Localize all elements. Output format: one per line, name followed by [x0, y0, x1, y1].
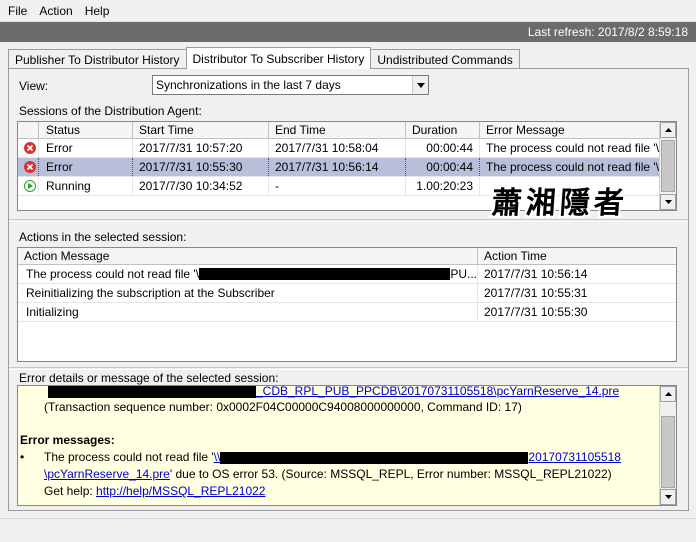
- error-path-file-link[interactable]: \pcYarnReserve_14.pre: [44, 467, 170, 481]
- last-refresh-text: Last refresh: 2017/8/2 8:59:18: [527, 25, 688, 39]
- help-label: Get help:: [44, 484, 97, 498]
- error-icon: [24, 161, 36, 173]
- session-start-time: 2017/7/31 10:55:30: [133, 158, 269, 176]
- status-bar: [0, 518, 696, 542]
- column-header-start-time[interactable]: Start Time: [133, 122, 269, 138]
- menu-help[interactable]: Help: [79, 4, 116, 18]
- pane-splitter[interactable]: [9, 367, 688, 370]
- column-header-end-time[interactable]: End Time: [269, 122, 406, 138]
- menu-bar: File Action Help: [0, 0, 696, 22]
- session-start-time: 2017/7/31 10:57:20: [133, 139, 269, 157]
- action-row[interactable]: The process could not read file '\ PU...…: [18, 265, 676, 284]
- session-start-time: 2017/7/30 10:34:52: [133, 177, 269, 195]
- session-error-message: The process could not read file '\...: [486, 160, 661, 174]
- chevron-down-icon[interactable]: [412, 76, 428, 94]
- refresh-bar: Last refresh: 2017/8/2 8:59:18: [0, 22, 696, 42]
- error-messages-heading: Error messages:: [20, 433, 115, 447]
- tab-panel: View: Synchronizations in the last 7 day…: [8, 68, 689, 511]
- view-dropdown-value: Synchronizations in the last 7 days: [156, 78, 341, 92]
- action-row[interactable]: Initializing 2017/7/31 10:55:30: [18, 303, 676, 322]
- action-row[interactable]: Reinitializing the subscription at the S…: [18, 284, 676, 303]
- error-message-rest: ' due to OS error 53. (Source: MSSQL_REP…: [169, 467, 612, 481]
- error-message-start: The process could not read file ': [44, 450, 214, 464]
- tab-distributor-to-subscriber[interactable]: Distributor To Subscriber History: [185, 47, 372, 69]
- redaction-bar: [220, 451, 529, 464]
- session-status: Running: [39, 177, 133, 195]
- sessions-grid-header: Status Start Time End Time Duration Erro…: [18, 122, 676, 139]
- session-error-message: The process could not read file '\...: [486, 141, 661, 155]
- session-end-time: 2017/7/31 10:58:04: [269, 139, 406, 157]
- action-message: Initializing: [18, 303, 478, 321]
- scroll-up-button[interactable]: [660, 122, 676, 138]
- error-icon: [24, 142, 36, 154]
- session-end-time: -: [269, 177, 406, 195]
- sessions-label: Sessions of the Distribution Agent:: [19, 104, 202, 118]
- column-header-error-message[interactable]: Error Message: [480, 122, 661, 138]
- session-status: Error: [39, 158, 133, 176]
- redaction-bar: [48, 386, 256, 399]
- tab-undistributed-commands[interactable]: Undistributed Commands: [370, 49, 520, 69]
- error-path-start-link[interactable]: \\: [214, 450, 221, 464]
- view-dropdown[interactable]: Synchronizations in the last 7 days: [152, 75, 429, 95]
- action-time: 2017/7/31 10:55:30: [484, 305, 588, 319]
- session-status-icon-cell: [18, 139, 39, 157]
- scroll-thumb[interactable]: [661, 416, 675, 488]
- actions-grid-header: Action Message Action Time: [18, 248, 676, 265]
- action-message: Reinitializing the subscription at the S…: [18, 284, 478, 302]
- action-message-suffix: PU...: [450, 267, 477, 281]
- tab-publisher-to-distributor[interactable]: Publisher To Distributor History: [8, 49, 187, 69]
- error-details-label: Error details or message of the selected…: [19, 371, 279, 385]
- error-message-line: The process could not read file '\\ 20170…: [44, 450, 621, 464]
- action-time: 2017/7/31 10:56:14: [484, 267, 588, 281]
- menu-file[interactable]: File: [2, 4, 33, 18]
- scroll-thumb[interactable]: [661, 140, 675, 192]
- session-duration: 00:00:44: [406, 158, 480, 176]
- help-link[interactable]: http://help/MSSQL_REPL21022: [96, 484, 265, 498]
- error-details-pane: _CDB_RPL_PUB_PPCDB\20170731105518\pcYarn…: [17, 385, 677, 506]
- actions-grid: Action Message Action Time The process c…: [17, 247, 677, 362]
- tab-strip: Publisher To Distributor History Distrib…: [8, 47, 520, 69]
- error-details-scrollbar[interactable]: [659, 386, 676, 505]
- session-status-icon-cell: [18, 158, 39, 176]
- scroll-up-button[interactable]: [660, 386, 676, 402]
- column-header-action-time[interactable]: Action Time: [478, 248, 676, 264]
- column-header-duration[interactable]: Duration: [406, 122, 480, 138]
- column-header-icon[interactable]: [18, 122, 39, 138]
- error-path-end-link[interactable]: 20170731105518: [528, 450, 621, 464]
- redaction-bar: [199, 268, 451, 280]
- transaction-line: (Transaction sequence number: 0x0002F04C…: [44, 400, 522, 414]
- column-header-status[interactable]: Status: [39, 122, 133, 138]
- error-path-line: _CDB_RPL_PUB_PPCDB\20170731105518\pcYarn…: [48, 386, 619, 399]
- session-duration: 1.00:20:23: [406, 177, 480, 195]
- view-label: View:: [19, 79, 49, 93]
- session-duration: 00:00:44: [406, 139, 480, 157]
- error-message-line-2: \pcYarnReserve_14.pre' due to OS error 5…: [44, 467, 612, 481]
- help-line: Get help: http://help/MSSQL_REPL21022: [44, 484, 265, 498]
- bullet-icon: •: [20, 450, 25, 464]
- running-icon: [24, 180, 36, 192]
- scroll-down-button[interactable]: [660, 489, 676, 505]
- session-row[interactable]: Error 2017/7/31 10:57:20 2017/7/31 10:58…: [18, 139, 676, 158]
- session-status-icon-cell: [18, 177, 39, 195]
- session-row-selected[interactable]: Error 2017/7/31 10:55:30 2017/7/31 10:56…: [18, 158, 676, 177]
- error-path-link[interactable]: _CDB_RPL_PUB_PPCDB\20170731105518\pcYarn…: [256, 386, 619, 398]
- menu-action[interactable]: Action: [33, 4, 78, 18]
- session-status: Error: [39, 139, 133, 157]
- action-time: 2017/7/31 10:55:31: [484, 286, 588, 300]
- actions-label: Actions in the selected session:: [19, 230, 187, 244]
- session-end-time: 2017/7/31 10:56:14: [269, 158, 406, 176]
- sessions-scrollbar[interactable]: [659, 122, 676, 210]
- action-message: The process could not read file '\ PU...: [18, 265, 478, 283]
- column-header-action-message[interactable]: Action Message: [18, 248, 478, 264]
- scroll-down-button[interactable]: [660, 194, 676, 210]
- watermark-signature: 蕭湘隱者: [490, 186, 629, 221]
- action-message-text: The process could not read file '\: [26, 267, 200, 281]
